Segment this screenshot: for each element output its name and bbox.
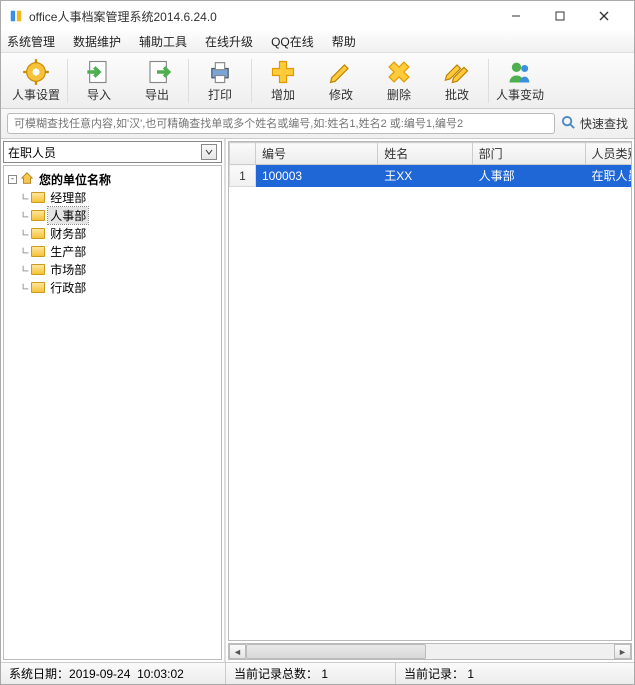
toolbar: 人事设置 导入 导出 打印 增加 修改 删除 批改 人事变动 (1, 53, 634, 109)
column-header[interactable]: 部门 (472, 143, 585, 165)
table-row[interactable]: 1100003王XX人事部在职人员男 (230, 165, 633, 187)
toolbar-print[interactable]: 打印 (191, 55, 249, 107)
menu-help[interactable]: 帮助 (332, 33, 356, 50)
right-pane: 编号姓名部门人员类别性别出 1100003王XX人事部在职人员男 ◄ ► (226, 139, 634, 662)
folder-icon (31, 246, 45, 257)
plus-icon (269, 58, 297, 86)
status-current: 当前记录： 1 (396, 663, 634, 684)
people-icon (506, 58, 534, 86)
scroll-thumb[interactable] (246, 644, 426, 659)
folder-icon (31, 192, 45, 203)
folder-icon (31, 210, 45, 221)
folder-icon (31, 282, 45, 293)
delete-icon (385, 58, 413, 86)
tree-node[interactable]: ∟生产部 (8, 242, 217, 260)
minimize-button[interactable] (494, 2, 538, 30)
search-input[interactable] (7, 113, 555, 134)
left-pane: 在职人员 - 您的单位名称 ∟经理部∟人事部∟财务部∟生产部∟市场部∟行政部 (1, 139, 226, 662)
tree-node[interactable]: ∟行政部 (8, 278, 217, 296)
app-icon (9, 9, 23, 23)
pencil-icon (327, 58, 355, 86)
data-grid[interactable]: 编号姓名部门人员类别性别出 1100003王XX人事部在职人员男 (228, 141, 632, 641)
scroll-right-icon[interactable]: ► (614, 644, 631, 659)
print-icon (206, 58, 234, 86)
import-icon (85, 58, 113, 86)
column-header[interactable]: 编号 (256, 143, 378, 165)
horizontal-scrollbar[interactable]: ◄ ► (228, 643, 632, 660)
collapse-icon[interactable]: - (8, 175, 17, 184)
scroll-left-icon[interactable]: ◄ (229, 644, 246, 659)
toolbar-export[interactable]: 导出 (128, 55, 186, 107)
title-bar: office人事档案管理系统2014.6.24.0 (1, 1, 634, 31)
menu-system[interactable]: 系统管理 (7, 33, 55, 50)
tree-node[interactable]: ∟市场部 (8, 260, 217, 278)
maximize-button[interactable] (538, 2, 582, 30)
toolbar-delete[interactable]: 删除 (370, 55, 428, 107)
menu-qq[interactable]: QQ在线 (271, 33, 314, 50)
export-icon (143, 58, 171, 86)
search-bar: 快速查找 (1, 109, 634, 139)
gear-icon (22, 58, 50, 86)
status-date: 系统日期： 2019-09-24 10:03:02 (1, 663, 226, 684)
toolbar-import[interactable]: 导入 (70, 55, 128, 107)
folder-icon (31, 228, 45, 239)
tree-root[interactable]: - 您的单位名称 (8, 170, 217, 188)
close-button[interactable] (582, 2, 626, 30)
tree-node[interactable]: ∟财务部 (8, 224, 217, 242)
home-icon (20, 171, 34, 188)
toolbar-add[interactable]: 增加 (254, 55, 312, 107)
toolbar-edit[interactable]: 修改 (312, 55, 370, 107)
staff-filter-combo[interactable]: 在职人员 (3, 141, 222, 163)
row-header-corner (230, 143, 256, 165)
window-title: office人事档案管理系统2014.6.24.0 (29, 8, 494, 25)
menu-data[interactable]: 数据维护 (73, 33, 121, 50)
tree-node[interactable]: ∟人事部 (8, 206, 217, 224)
toolbar-batch[interactable]: 批改 (428, 55, 486, 107)
menu-bar: 系统管理 数据维护 辅助工具 在线升级 QQ在线 帮助 (1, 31, 634, 53)
content-area: 在职人员 - 您的单位名称 ∟经理部∟人事部∟财务部∟生产部∟市场部∟行政部 编… (1, 139, 634, 662)
toolbar-hr-change[interactable]: 人事变动 (491, 55, 549, 107)
column-header[interactable]: 人员类别 (585, 143, 632, 165)
toolbar-settings[interactable]: 人事设置 (7, 55, 65, 107)
chevron-down-icon (201, 144, 217, 160)
quick-search-button[interactable]: 快速查找 (561, 115, 628, 133)
status-total: 当前记录总数： 1 (226, 663, 396, 684)
batch-edit-icon (443, 58, 471, 86)
column-header[interactable]: 姓名 (378, 143, 472, 165)
status-bar: 系统日期： 2019-09-24 10:03:02 当前记录总数： 1 当前记录… (1, 662, 634, 684)
menu-tools[interactable]: 辅助工具 (139, 33, 187, 50)
search-icon (561, 115, 576, 133)
org-tree[interactable]: - 您的单位名称 ∟经理部∟人事部∟财务部∟生产部∟市场部∟行政部 (3, 165, 222, 660)
menu-upgrade[interactable]: 在线升级 (205, 33, 253, 50)
folder-icon (31, 264, 45, 275)
tree-node[interactable]: ∟经理部 (8, 188, 217, 206)
